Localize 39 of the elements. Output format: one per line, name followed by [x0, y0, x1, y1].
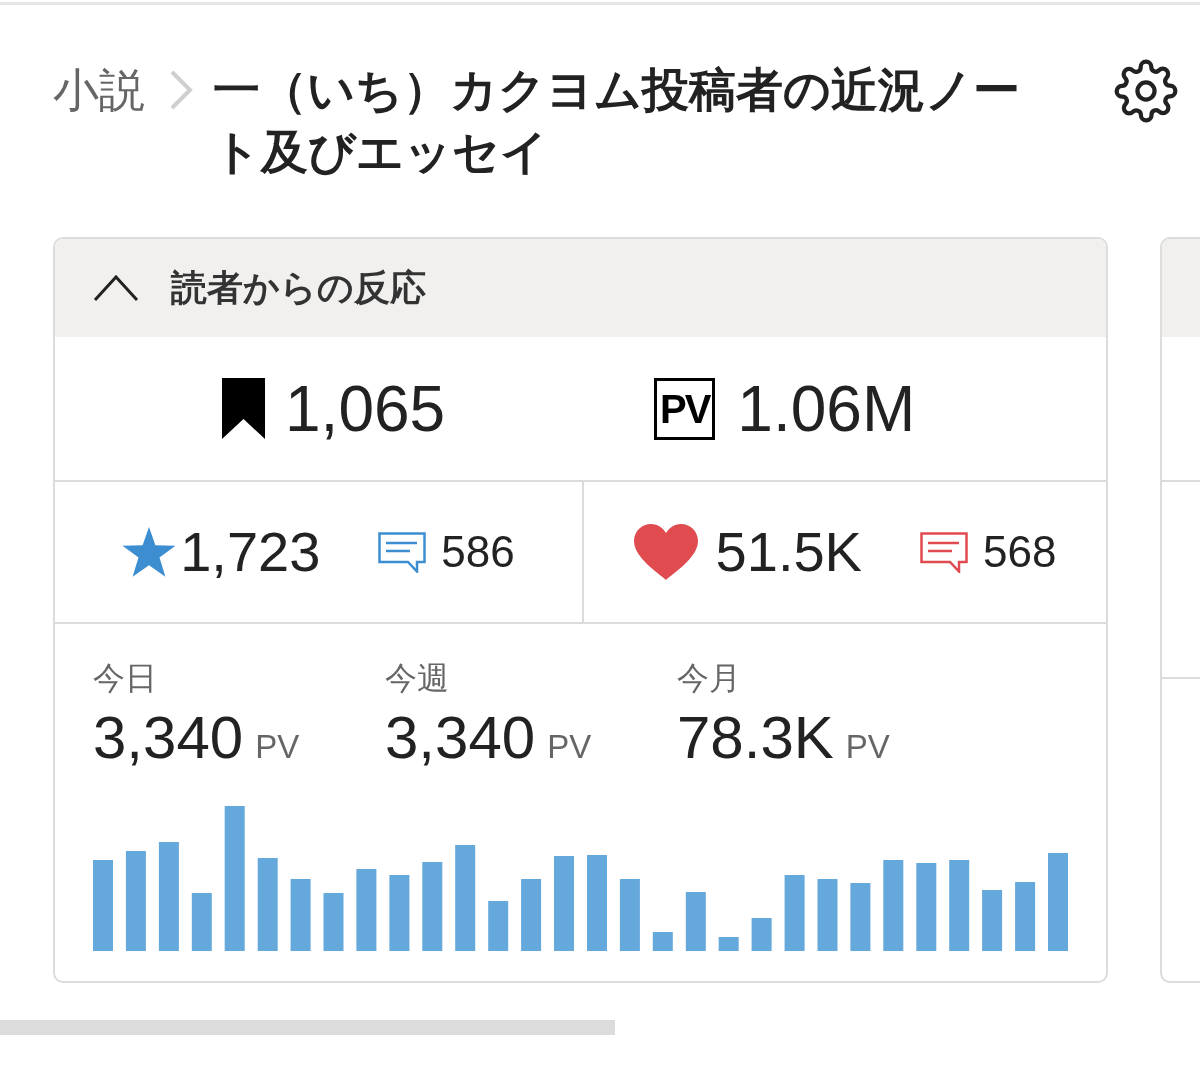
- pv-value: 3,340: [93, 706, 244, 770]
- section-header[interactable]: 読者からの反応: [55, 239, 1106, 337]
- pv-bar: [718, 937, 739, 951]
- pv-bar: [488, 901, 509, 951]
- breadcrumb-link[interactable]: 小説: [53, 59, 145, 121]
- pv-bar: [817, 879, 838, 951]
- period-label: 今月: [677, 659, 741, 698]
- heart-count: 51.5K: [715, 524, 862, 580]
- period-label: 今日: [93, 659, 157, 698]
- period-label: 今週: [385, 659, 449, 698]
- bookmark-count: 1,065: [285, 376, 446, 441]
- pv-bar: [1015, 882, 1036, 951]
- pv-bar: [521, 879, 542, 951]
- pv-unit: PV: [547, 727, 592, 767]
- pv-bar: [652, 932, 673, 951]
- pv-bar: [685, 892, 706, 951]
- comment-count: 586: [441, 530, 515, 574]
- scrollbar-thumb[interactable]: [0, 1020, 615, 1035]
- total-pv-count: 1.06M: [737, 376, 916, 441]
- bookmark-icon: [222, 378, 265, 439]
- page-title: 一（いち）カクヨム投稿者の近況ノート及びエッセイ: [213, 62, 1021, 180]
- pv-bar: [290, 879, 311, 951]
- pv-bar: [982, 890, 1003, 951]
- pv-unit: PV: [845, 727, 890, 767]
- pv-bar: [619, 879, 640, 951]
- pv-bar: [751, 918, 772, 951]
- pv-bar: [191, 893, 212, 951]
- pv-unit: PV: [255, 727, 300, 767]
- chevron-icon: [169, 70, 193, 110]
- comment-icon: [919, 531, 968, 573]
- pv-value: 3,340: [385, 706, 536, 770]
- star-count: 1,723: [180, 524, 321, 580]
- pv-bar: [850, 883, 871, 951]
- pv-badge: PV: [654, 377, 716, 440]
- comment-count: 568: [982, 530, 1057, 574]
- settings-icon[interactable]: [1114, 59, 1178, 123]
- pv-value: 78.3K: [677, 706, 834, 770]
- pv-bar: [323, 893, 344, 951]
- comment-icon: [378, 531, 427, 573]
